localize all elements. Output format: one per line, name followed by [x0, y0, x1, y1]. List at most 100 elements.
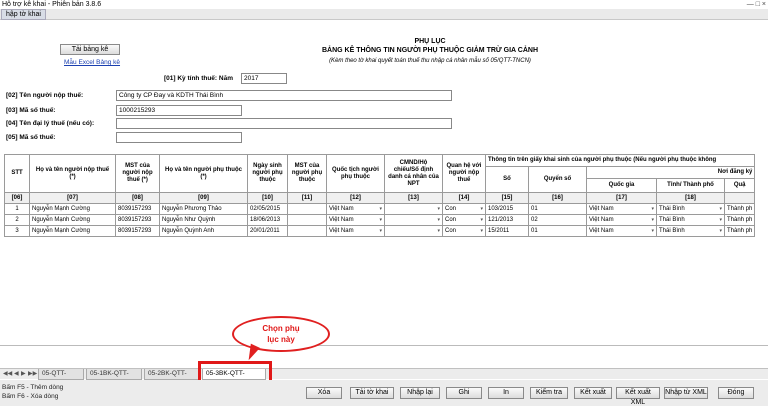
agent-taxcode-label: [05] Mã số thuế:: [6, 134, 56, 141]
agent-label: [04] Tên đại lý thuế (nếu có):: [6, 120, 95, 127]
code-cell: [11]: [287, 192, 327, 204]
cell-no[interactable]: 121/2013: [485, 214, 529, 226]
cell-rel[interactable]: Con ▾: [442, 203, 486, 215]
first-sheet-icon[interactable]: ◀◀: [3, 370, 12, 377]
cell-dep_mst[interactable]: [287, 214, 327, 226]
code-cell: [09]: [159, 192, 248, 204]
cell-text: 01: [531, 206, 538, 212]
cell-text: 8039157293: [118, 228, 152, 234]
cell-book[interactable]: 02: [528, 214, 587, 226]
cell-country[interactable]: Việt Nam ▾: [586, 214, 657, 226]
dropdown-arrow-icon[interactable]: ▾: [480, 206, 483, 212]
load-list-button[interactable]: Tải bảng kê: [60, 44, 120, 55]
dropdown-arrow-icon[interactable]: ▾: [651, 206, 654, 212]
cell-id[interactable]: ▾: [384, 203, 443, 215]
cell-dob[interactable]: 18/06/2013: [247, 214, 288, 226]
cell-rel[interactable]: Con ▾: [442, 214, 486, 226]
sheet-tab-05-1bk[interactable]: 05-1BK-QTT-TNCN: [86, 369, 142, 387]
document-tab[interactable]: hập tờ khai: [1, 9, 46, 20]
dropdown-arrow-icon[interactable]: ▾: [719, 206, 722, 212]
agent-input[interactable]: [116, 118, 452, 129]
cell-text: Nguyễn Mạnh Cường: [32, 217, 90, 223]
cell-no[interactable]: 15/2011: [485, 225, 529, 237]
print-button[interactable]: In: [488, 387, 524, 399]
cell-mst[interactable]: 8039157293: [115, 225, 160, 237]
cell-mst[interactable]: 8039157293: [115, 203, 160, 215]
cell-no[interactable]: 103/2015: [485, 203, 529, 215]
export-button[interactable]: Kết xuất: [574, 387, 612, 399]
cell-province[interactable]: Thái Bình ▾: [656, 203, 725, 215]
cell-dob[interactable]: 02/05/2015: [247, 203, 288, 215]
load-form-button[interactable]: Tải tờ khai: [350, 387, 394, 399]
cell-dep[interactable]: Nguyễn Phương Thảo: [159, 203, 248, 215]
cell-stt[interactable]: 1: [4, 203, 30, 215]
cell-district[interactable]: Thành ph: [723, 214, 756, 226]
save-button[interactable]: Ghi: [446, 387, 482, 399]
cell-book[interactable]: 01: [528, 203, 587, 215]
export-xml-button[interactable]: Kết xuất XML: [616, 387, 660, 406]
cell-book[interactable]: 01: [528, 225, 587, 237]
period-input[interactable]: 2017: [241, 73, 287, 84]
table-row[interactable]: 3 Nguyễn Mạnh Cường 8039157293 Nguyễn Quỳnh…: [4, 225, 756, 237]
cell-name[interactable]: Nguyễn Mạnh Cường: [29, 225, 116, 237]
cell-rel[interactable]: Con ▾: [442, 225, 486, 237]
next-sheet-icon[interactable]: ▶: [21, 370, 26, 377]
cell-mst[interactable]: 8039157293: [115, 214, 160, 226]
dropdown-arrow-icon[interactable]: ▾: [651, 217, 654, 223]
cell-stt[interactable]: 2: [4, 214, 30, 226]
cell-text: Thái Bình: [659, 228, 685, 234]
import-xml-button[interactable]: Nhập từ XML: [664, 387, 708, 399]
sheet-tab-05-qtt[interactable]: 05-QTT-TNCN: [38, 369, 84, 387]
cell-dep_mst[interactable]: [287, 203, 327, 215]
dropdown-arrow-icon[interactable]: ▾: [719, 228, 722, 234]
agent-taxcode-input[interactable]: [116, 132, 242, 143]
cell-id[interactable]: ▾: [384, 214, 443, 226]
close-button[interactable]: Đóng: [718, 387, 754, 399]
cell-country[interactable]: Việt Nam ▾: [586, 203, 657, 215]
taxpayer-input[interactable]: Công ty CP Đay và KDTH Thái Bình: [116, 90, 452, 101]
cell-name[interactable]: Nguyễn Mạnh Cường: [29, 203, 116, 215]
reenter-button[interactable]: Nhập lại: [400, 387, 440, 399]
dropdown-arrow-icon[interactable]: ▾: [651, 228, 654, 234]
dropdown-arrow-icon[interactable]: ▾: [437, 228, 440, 234]
table-row[interactable]: 2 Nguyễn Mạnh Cường 8039157293 Nguyễn Như Q…: [4, 214, 756, 226]
cell-nat[interactable]: Việt Nam ▾: [326, 225, 385, 237]
dropdown-arrow-icon[interactable]: ▾: [379, 217, 382, 223]
dropdown-arrow-icon[interactable]: ▾: [437, 217, 440, 223]
dropdown-arrow-icon[interactable]: ▾: [719, 217, 722, 223]
cell-stt[interactable]: 3: [4, 225, 30, 237]
cell-text: 01: [531, 228, 538, 234]
cell-text: 3: [15, 228, 19, 234]
last-sheet-icon[interactable]: ▶▶: [28, 370, 37, 377]
excel-template-link[interactable]: Mẫu Excel Bảng kê: [64, 59, 120, 66]
cell-nat[interactable]: Việt Nam ▾: [326, 203, 385, 215]
window-controls[interactable]: — □ ×: [747, 0, 766, 9]
cell-province[interactable]: Thái Bình ▾: [656, 214, 725, 226]
cell-nat[interactable]: Việt Nam ▾: [326, 214, 385, 226]
check-button[interactable]: Kiểm tra: [530, 387, 568, 399]
cell-district[interactable]: Thành ph: [723, 225, 756, 237]
dropdown-arrow-icon[interactable]: ▾: [379, 228, 382, 234]
cell-dob[interactable]: 20/01/2011: [247, 225, 288, 237]
cell-district[interactable]: Thành ph: [723, 203, 756, 215]
cell-id[interactable]: ▾: [384, 225, 443, 237]
prev-sheet-icon[interactable]: ◀: [14, 370, 19, 377]
dropdown-arrow-icon[interactable]: ▾: [480, 228, 483, 234]
dropdown-arrow-icon[interactable]: ▾: [379, 206, 382, 212]
delete-button[interactable]: Xóa: [306, 387, 342, 399]
sheet-tab-05-2bk[interactable]: 05-2BK-QTT-TNCN: [144, 369, 200, 387]
table-row[interactable]: 1 Nguyễn Mạnh Cường 8039157293 Nguyễn Phươn…: [4, 203, 756, 215]
dropdown-arrow-icon[interactable]: ▾: [437, 206, 440, 212]
cell-dep[interactable]: Nguyễn Quỳnh Anh: [159, 225, 248, 237]
dropdown-arrow-icon[interactable]: ▾: [480, 217, 483, 223]
cell-dep_mst[interactable]: [287, 225, 327, 237]
cell-text: Việt Nam: [329, 217, 354, 223]
cell-province[interactable]: Thái Bình ▾: [656, 225, 725, 237]
taxcode-input[interactable]: 1000215293: [116, 105, 242, 116]
cell-country[interactable]: Việt Nam ▾: [586, 225, 657, 237]
code-cell: [07]: [29, 192, 116, 204]
cell-name[interactable]: Nguyễn Mạnh Cường: [29, 214, 116, 226]
cell-text: 121/2013: [488, 217, 514, 223]
col-relation: Quan hệ với người nộp thuế: [442, 154, 486, 193]
cell-dep[interactable]: Nguyễn Như Quỳnh: [159, 214, 248, 226]
